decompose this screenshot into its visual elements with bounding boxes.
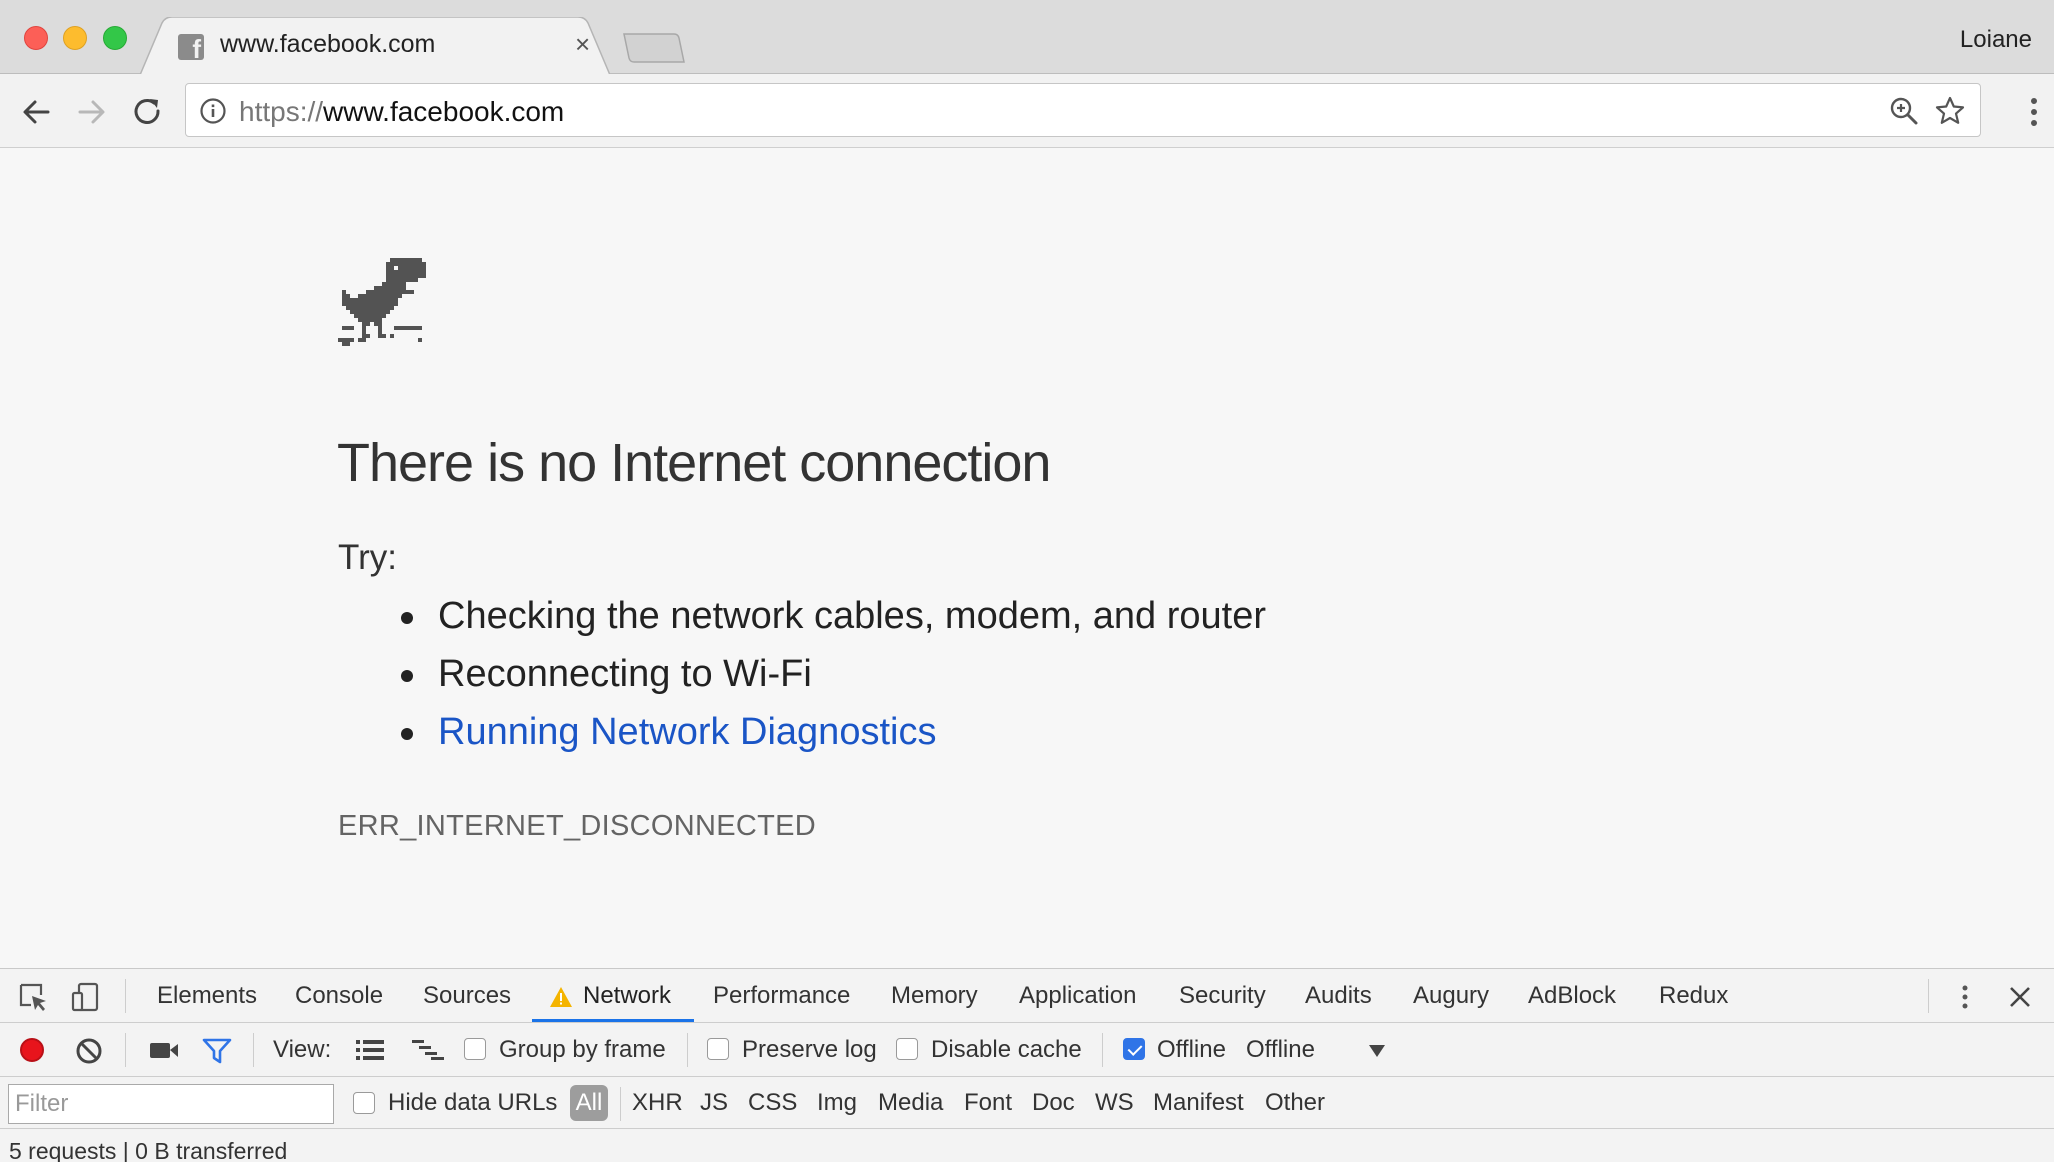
type-filter-img[interactable]: Img (817, 1089, 857, 1117)
record-button[interactable] (20, 1038, 44, 1062)
tab-strip: f www.facebook.com × Loiane (0, 0, 2054, 75)
devtools-tab-bar: Elements Console Sources Network Perform… (0, 969, 2054, 1023)
suggestion-check-cables: Checking the network cables, modem, and … (398, 593, 1266, 651)
toolbar-divider (1928, 979, 1929, 1013)
view-label: View: (273, 1036, 332, 1063)
tab-title: www.facebook.com (220, 30, 436, 58)
tab-security[interactable]: Security (1179, 982, 1266, 1010)
url-host: www.facebook.com (323, 96, 565, 127)
group-by-frame-checkbox[interactable] (464, 1038, 486, 1060)
type-filter-css[interactable]: CSS (748, 1089, 797, 1117)
type-filter-media[interactable]: Media (878, 1089, 943, 1117)
filter-bar: Hide data URLs All XHR JS CSS Img Media … (0, 1077, 2054, 1129)
minimize-window-button[interactable] (63, 26, 87, 50)
active-tab-indicator (532, 1019, 694, 1022)
facebook-icon: f (178, 34, 204, 62)
bookmark-star-icon[interactable] (1934, 95, 1966, 127)
offline-label[interactable]: Offline (1157, 1036, 1226, 1064)
tab-console[interactable]: Console (295, 982, 383, 1010)
profile-name[interactable]: Loiane (1960, 26, 2032, 54)
devtools-menu-icon[interactable] (1958, 981, 1972, 1013)
type-filter-font[interactable]: Font (964, 1089, 1012, 1117)
url-scheme: https:// (239, 96, 324, 127)
offline-dino-icon[interactable] (338, 258, 450, 370)
device-toolbar-icon[interactable] (70, 981, 102, 1013)
toolbar-divider (125, 1033, 126, 1067)
url-text[interactable]: https://www.facebook.com (239, 96, 564, 128)
tab-application[interactable]: Application (1019, 982, 1136, 1010)
tab-audits[interactable]: Audits (1305, 982, 1372, 1010)
hide-data-urls-label[interactable]: Hide data URLs (388, 1089, 557, 1117)
preserve-log-checkbox[interactable] (707, 1038, 729, 1060)
warning-icon (550, 987, 572, 1007)
tab-redux[interactable]: Redux (1659, 982, 1728, 1010)
browser-toolbar: https://www.facebook.com (0, 74, 2054, 148)
info-icon[interactable] (199, 97, 227, 125)
request-summary: 5 requests | 0 B transferred (9, 1138, 288, 1162)
tab-network[interactable]: Network (583, 982, 671, 1010)
preserve-log-label[interactable]: Preserve log (742, 1036, 877, 1064)
tab-memory[interactable]: Memory (891, 982, 978, 1010)
filter-input[interactable] (8, 1084, 334, 1124)
chrome-menu-icon[interactable] (2024, 94, 2044, 130)
list-view-icon[interactable] (355, 1039, 385, 1061)
close-devtools-icon[interactable] (2008, 985, 2032, 1009)
type-filter-all[interactable]: All (570, 1085, 608, 1121)
clear-icon[interactable] (75, 1037, 103, 1065)
type-filter-doc[interactable]: Doc (1032, 1089, 1075, 1117)
tab-sources[interactable]: Sources (423, 982, 511, 1010)
disable-cache-checkbox[interactable] (896, 1038, 918, 1060)
inspect-element-icon[interactable] (17, 981, 49, 1013)
back-icon[interactable] (18, 94, 54, 130)
tab-elements[interactable]: Elements (157, 982, 257, 1010)
browser-window: f www.facebook.com × Loiane https://www.… (0, 0, 2054, 1162)
zoom-icon[interactable] (1888, 95, 1920, 127)
type-filter-other[interactable]: Other (1265, 1089, 1325, 1117)
screenshot-camera-icon[interactable] (149, 1039, 179, 1061)
toolbar-divider (253, 1033, 254, 1067)
filter-funnel-icon[interactable] (202, 1037, 232, 1065)
suggestion-reconnect-wifi: Reconnecting to Wi-Fi (398, 651, 1266, 709)
zoom-window-button[interactable] (103, 26, 127, 50)
type-filter-xhr[interactable]: XHR (632, 1089, 683, 1117)
waterfall-view-icon[interactable] (411, 1039, 445, 1061)
toolbar-divider (687, 1033, 688, 1067)
tab-augury[interactable]: Augury (1413, 982, 1489, 1010)
try-label: Try: (338, 538, 397, 577)
type-filter-js[interactable]: JS (700, 1089, 728, 1117)
type-filter-ws[interactable]: WS (1095, 1089, 1134, 1117)
group-by-frame-label[interactable]: Group by frame (499, 1036, 666, 1064)
tab-close-icon[interactable]: × (575, 30, 590, 58)
reload-icon[interactable] (130, 94, 166, 130)
chevron-down-icon[interactable] (1369, 1045, 1385, 1057)
type-filter-manifest[interactable]: Manifest (1153, 1089, 1244, 1117)
error-heading: There is no Internet connection (337, 433, 1051, 493)
toolbar-divider (620, 1087, 621, 1121)
suggestion-list: Checking the network cables, modem, and … (398, 593, 1266, 767)
close-window-button[interactable] (24, 26, 48, 50)
throttling-select[interactable]: Offline (1246, 1036, 1315, 1064)
offline-checkbox[interactable] (1123, 1038, 1145, 1060)
devtools-panel: Elements Console Sources Network Perform… (0, 968, 2054, 1162)
page-content: There is no Internet connection Try: Che… (0, 148, 2054, 968)
tab-performance[interactable]: Performance (713, 982, 850, 1010)
network-status-bar: 5 requests | 0 B transferred (0, 1129, 2054, 1162)
network-diagnostics-link[interactable]: Running Network Diagnostics (398, 709, 1266, 767)
error-code: ERR_INTERNET_DISCONNECTED (338, 810, 816, 842)
new-tab-button[interactable] (622, 32, 686, 64)
toolbar-divider (1102, 1033, 1103, 1067)
hide-data-urls-checkbox[interactable] (353, 1092, 375, 1114)
address-bar[interactable]: https://www.facebook.com (185, 83, 1981, 137)
disable-cache-label[interactable]: Disable cache (931, 1036, 1082, 1064)
toolbar-divider (125, 979, 126, 1013)
network-toolbar: View: Group by frame Preserve log Disabl… (0, 1023, 2054, 1077)
forward-icon[interactable] (74, 94, 110, 130)
tab-adblock[interactable]: AdBlock (1528, 982, 1616, 1010)
